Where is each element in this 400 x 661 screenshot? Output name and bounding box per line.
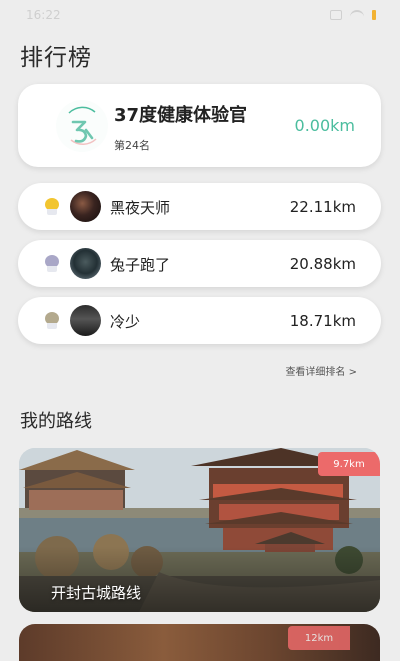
player-name: 兔子跑了 xyxy=(110,256,171,274)
bronze-medal-icon xyxy=(45,312,59,329)
my-rank: 第24名 xyxy=(114,139,150,152)
routes-section-title: 我的路线 xyxy=(20,411,92,432)
wifi-icon xyxy=(350,10,364,20)
player-distance: 20.88km xyxy=(289,255,356,273)
player-distance: 18.71km xyxy=(289,312,356,330)
route-name: 开封古城路线 xyxy=(51,584,142,602)
avatar xyxy=(70,191,101,222)
status-icons xyxy=(330,10,376,20)
leaderboard-row[interactable]: 黑夜天师 22.11km xyxy=(18,183,381,230)
battery-icon xyxy=(372,10,376,20)
status-bar: 16:22 xyxy=(0,0,400,30)
leaderboard-row[interactable]: 兔子跑了 20.88km xyxy=(18,240,381,287)
my-rank-card[interactable]: 37度健康体验官 第24名 0.00km xyxy=(18,84,381,167)
player-name: 黑夜天师 xyxy=(110,199,171,217)
avatar xyxy=(70,248,101,279)
view-detailed-ranking-link[interactable]: 查看详细排名 > xyxy=(285,363,357,378)
status-time: 16:22 xyxy=(26,8,61,22)
gold-medal-icon xyxy=(45,198,59,215)
my-distance: 0.00km xyxy=(294,116,355,135)
screen-icon xyxy=(330,10,342,20)
page-title: 排行榜 xyxy=(20,45,92,71)
route-card[interactable]: 9.7km 开封古城路线 xyxy=(19,448,380,612)
player-name: 冷少 xyxy=(110,313,141,331)
avatar xyxy=(70,305,101,336)
player-distance: 22.11km xyxy=(289,198,356,216)
brand-logo-icon xyxy=(56,100,108,152)
route-card[interactable]: 12km xyxy=(19,624,380,661)
my-name: 37度健康体验官 xyxy=(114,105,248,126)
leaderboard-row[interactable]: 冷少 18.71km xyxy=(18,297,381,344)
route-distance-badge: 12km xyxy=(288,626,350,650)
route-distance-badge: 9.7km xyxy=(318,452,380,476)
silver-medal-icon xyxy=(45,255,59,272)
